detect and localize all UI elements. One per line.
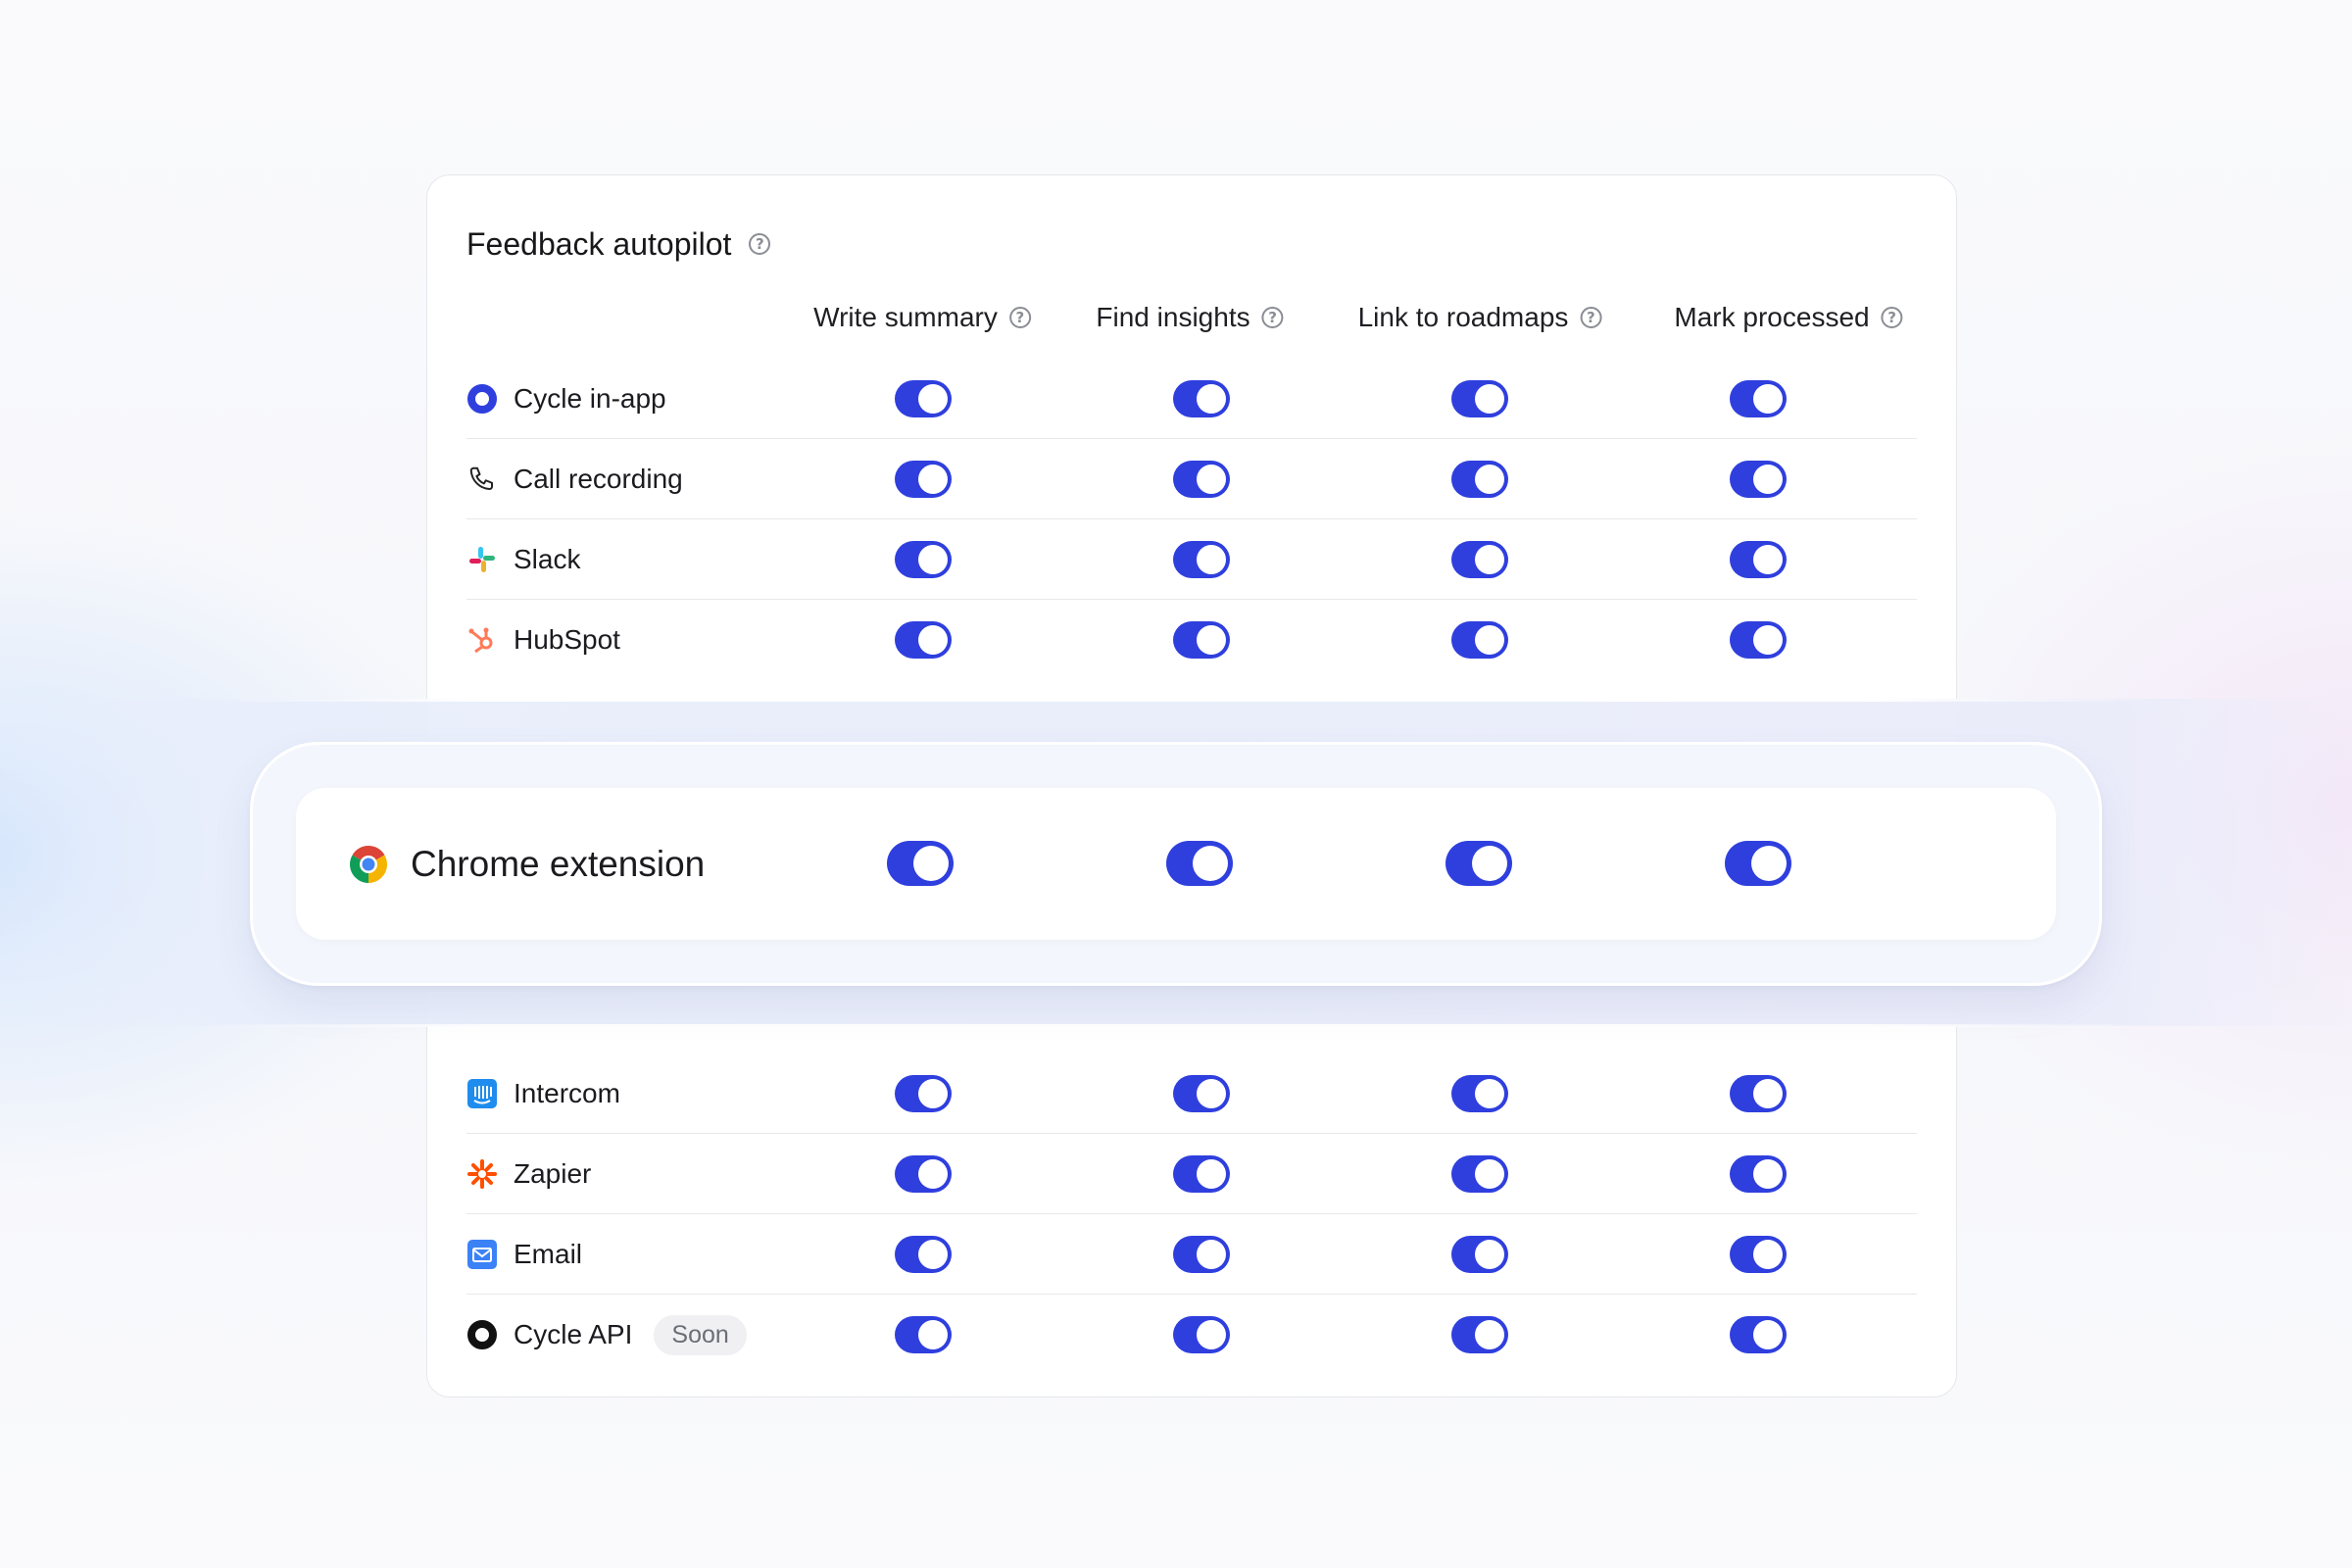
column-header-link-to-roadmaps: Link to roadmaps ? <box>1358 296 1602 339</box>
toggle-intercom-mark-processed[interactable] <box>1730 1075 1787 1112</box>
row-label: Slack <box>514 544 581 574</box>
help-circle-icon[interactable]: ? <box>1580 307 1602 328</box>
band-divider <box>196 699 2156 702</box>
toggle-email-link-to-roadmaps[interactable] <box>1451 1236 1508 1273</box>
column-label: Link to roadmaps <box>1357 302 1569 332</box>
toggle-call-recording-mark-processed[interactable] <box>1730 461 1787 498</box>
zapier-icon <box>466 1158 498 1190</box>
toggle-zapier-mark-processed[interactable] <box>1730 1155 1787 1193</box>
row-label: Cycle in-app <box>514 383 666 414</box>
cycle-logo-icon <box>466 383 498 415</box>
toggle-hubspot-find-insights[interactable] <box>1173 621 1230 659</box>
chrome-icon <box>348 844 389 885</box>
toggle-hubspot-write-summary[interactable] <box>895 621 952 659</box>
toggle-slack-mark-processed[interactable] <box>1730 541 1787 578</box>
toggle-cycle-api-link-to-roadmaps[interactable] <box>1451 1316 1508 1353</box>
email-icon <box>466 1239 498 1270</box>
toggle-intercom-find-insights[interactable] <box>1173 1075 1230 1112</box>
card-title-text: Feedback autopilot <box>466 225 732 262</box>
row-label: Cycle API <box>514 1319 633 1349</box>
row-label: Email <box>514 1239 583 1269</box>
toggle-zapier-link-to-roadmaps[interactable] <box>1451 1155 1508 1193</box>
toggle-chrome-extension-write-summary[interactable] <box>887 841 954 886</box>
toggle-zapier-write-summary[interactable] <box>895 1155 952 1193</box>
band-divider <box>196 1024 2156 1027</box>
toggle-intercom-write-summary[interactable] <box>895 1075 952 1112</box>
help-circle-icon[interactable]: ? <box>749 233 771 255</box>
row-label: Chrome extension <box>411 844 706 884</box>
toggle-hubspot-mark-processed[interactable] <box>1730 621 1787 659</box>
toggle-cycle-in-app-link-to-roadmaps[interactable] <box>1451 380 1508 417</box>
toggle-email-find-insights[interactable] <box>1173 1236 1230 1273</box>
toggle-chrome-extension-find-insights[interactable] <box>1166 841 1233 886</box>
help-circle-icon[interactable]: ? <box>1881 307 1903 328</box>
phone-icon <box>466 464 498 495</box>
toggle-chrome-extension-link-to-roadmaps[interactable] <box>1446 841 1512 886</box>
help-circle-icon[interactable]: ? <box>1008 307 1031 328</box>
soon-badge: Soon <box>654 1314 747 1355</box>
column-label: Write summary <box>813 302 998 332</box>
toggle-slack-link-to-roadmaps[interactable] <box>1451 541 1508 578</box>
help-circle-icon[interactable]: ? <box>1261 307 1284 328</box>
column-header-find-insights: Find insights ? <box>1096 296 1284 339</box>
toggle-email-mark-processed[interactable] <box>1730 1236 1787 1273</box>
toggle-cycle-api-write-summary[interactable] <box>895 1316 952 1353</box>
toggle-call-recording-write-summary[interactable] <box>895 461 952 498</box>
row-label: Zapier <box>514 1158 592 1189</box>
column-label: Mark processed <box>1674 302 1870 332</box>
column-header-write-summary: Write summary ? <box>813 296 1031 339</box>
cycle-api-icon <box>466 1319 498 1350</box>
toggle-cycle-in-app-mark-processed[interactable] <box>1730 380 1787 417</box>
toggle-call-recording-find-insights[interactable] <box>1173 461 1230 498</box>
card-title: Feedback autopilot ? <box>466 220 771 268</box>
toggle-hubspot-link-to-roadmaps[interactable] <box>1451 621 1508 659</box>
column-header-mark-processed: Mark processed ? <box>1674 296 1903 339</box>
source-row-chrome-extension: Chrome extension <box>348 823 705 906</box>
intercom-icon <box>466 1078 498 1109</box>
toggle-cycle-in-app-find-insights[interactable] <box>1173 380 1230 417</box>
hubspot-icon <box>466 624 498 656</box>
column-label: Find insights <box>1096 302 1250 332</box>
row-label: Call recording <box>514 464 683 494</box>
toggle-slack-find-insights[interactable] <box>1173 541 1230 578</box>
toggle-cycle-in-app-write-summary[interactable] <box>895 380 952 417</box>
toggle-call-recording-link-to-roadmaps[interactable] <box>1451 461 1508 498</box>
toggle-chrome-extension-mark-processed[interactable] <box>1725 841 1791 886</box>
toggle-intercom-link-to-roadmaps[interactable] <box>1451 1075 1508 1112</box>
toggle-email-write-summary[interactable] <box>895 1236 952 1273</box>
toggle-cycle-api-find-insights[interactable] <box>1173 1316 1230 1353</box>
toggle-cycle-api-mark-processed[interactable] <box>1730 1316 1787 1353</box>
row-label: Intercom <box>514 1078 620 1108</box>
toggle-zapier-find-insights[interactable] <box>1173 1155 1230 1193</box>
row-label: HubSpot <box>514 624 620 655</box>
toggle-slack-write-summary[interactable] <box>895 541 952 578</box>
slack-icon <box>466 544 498 575</box>
